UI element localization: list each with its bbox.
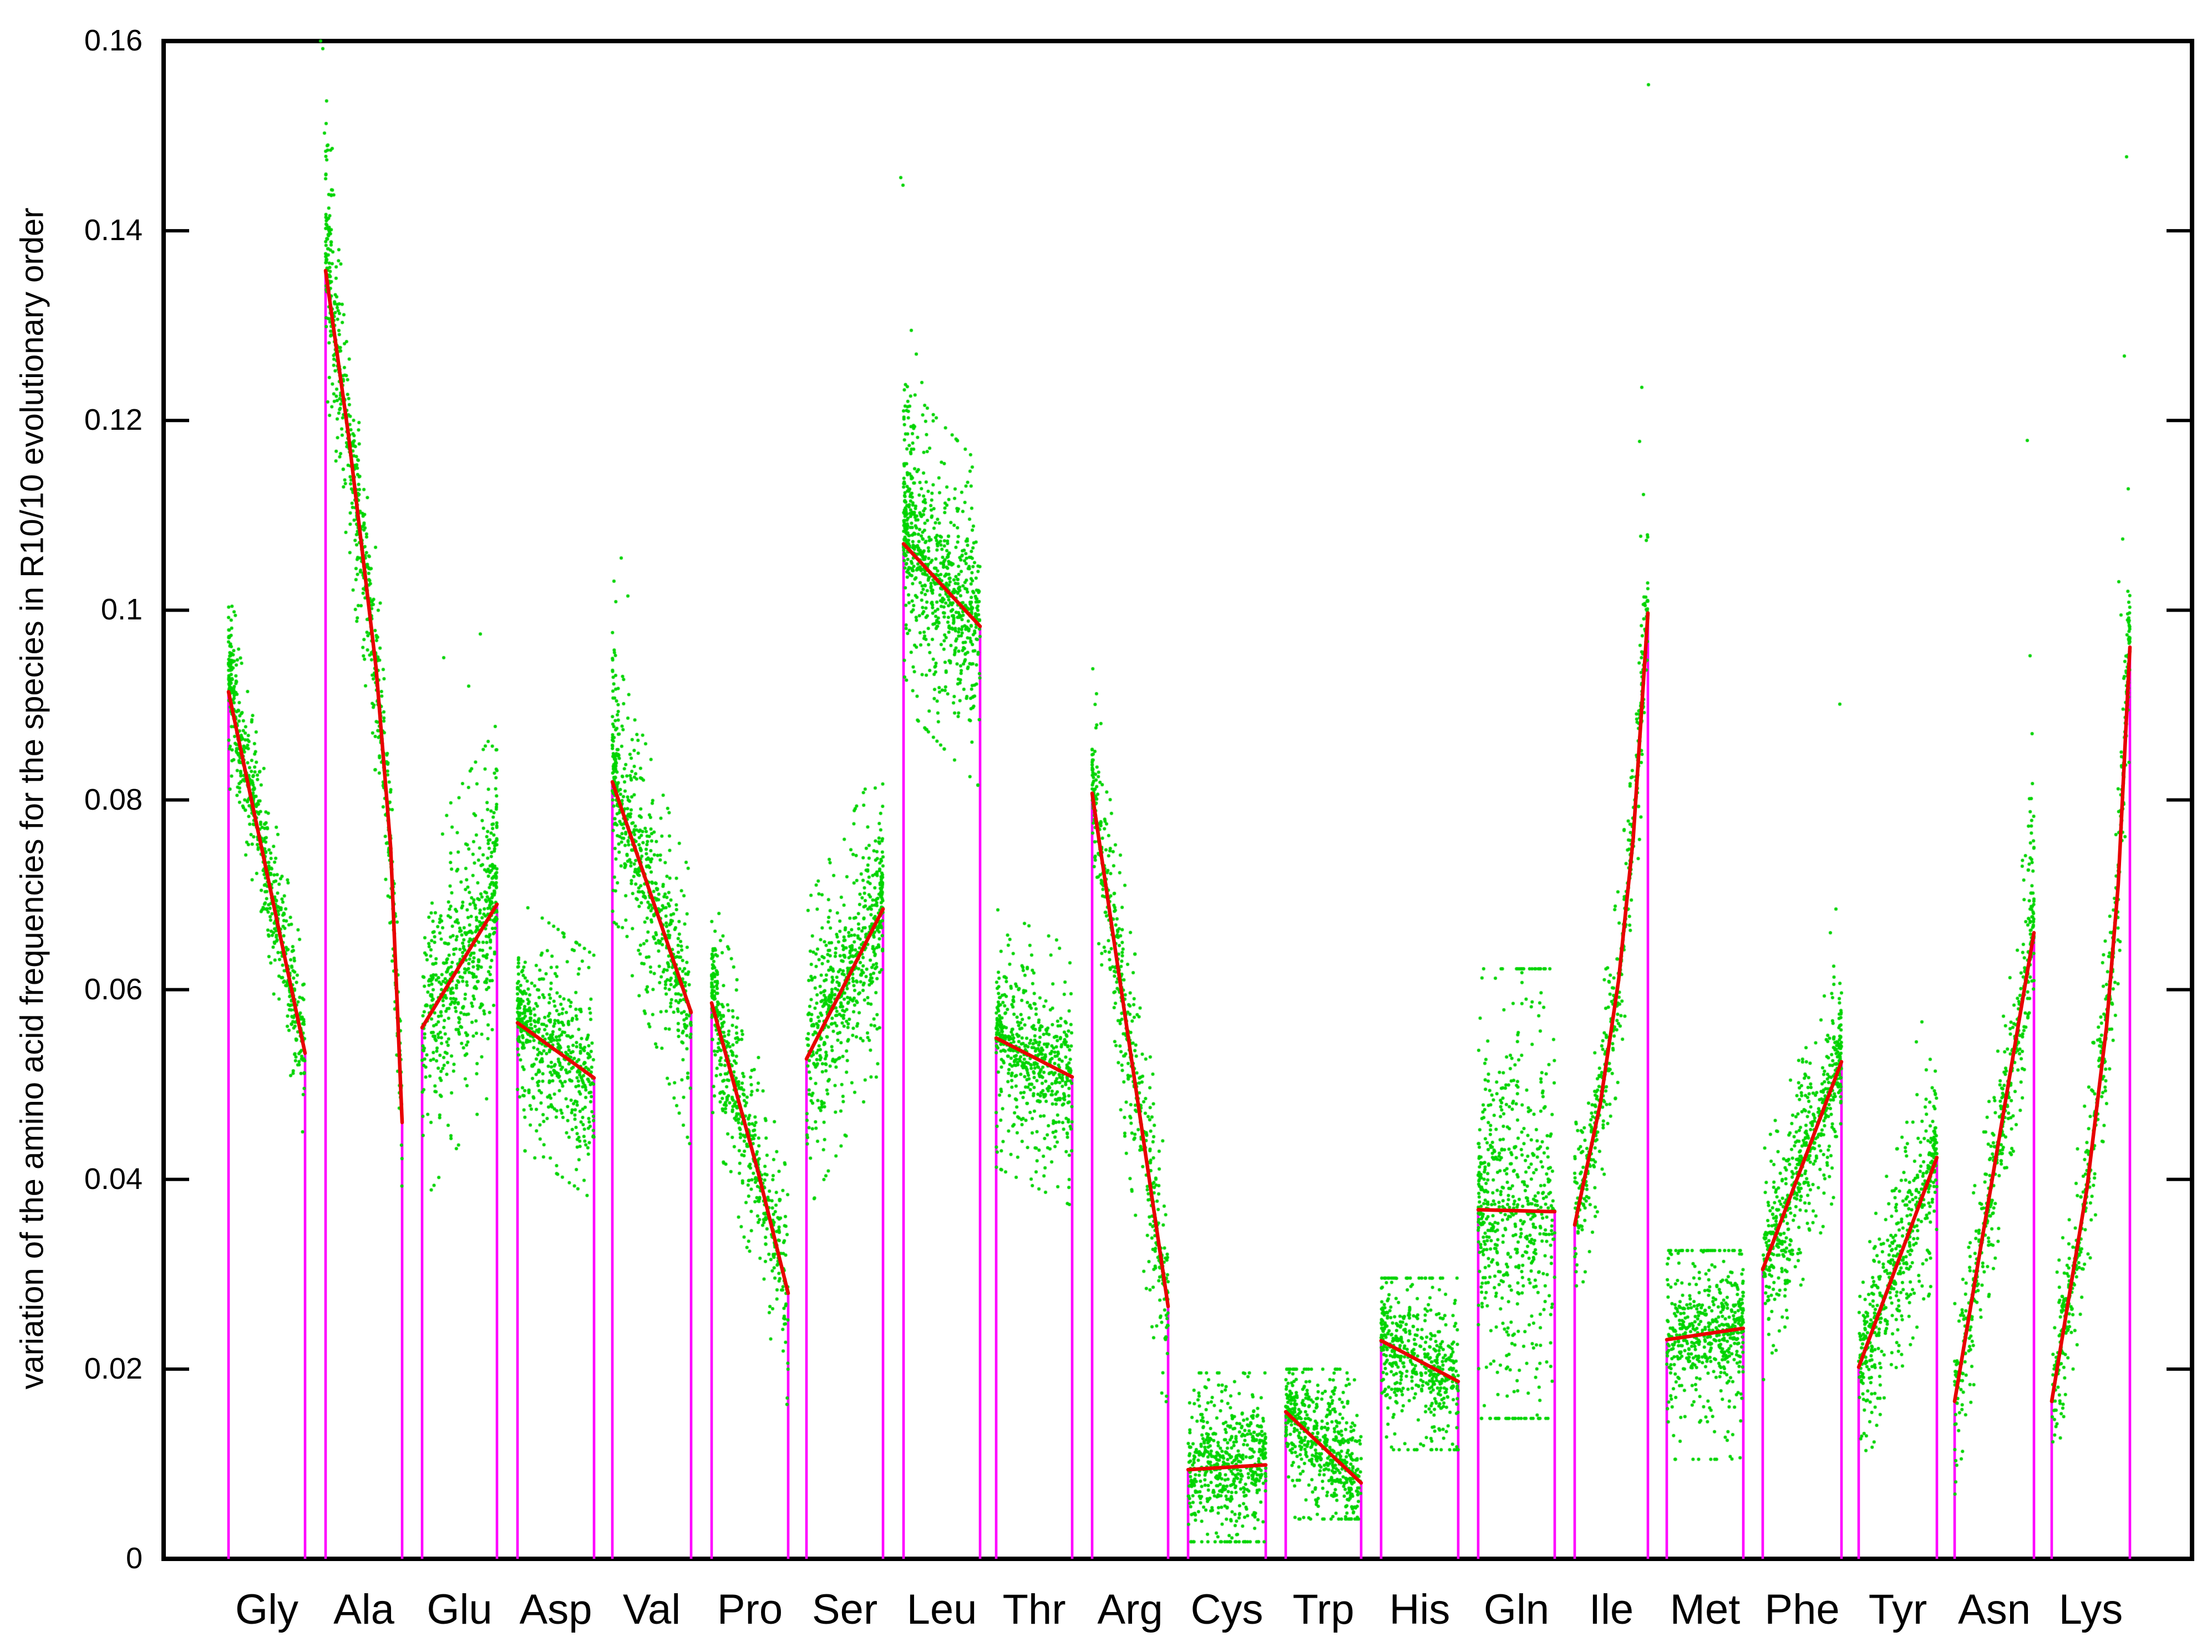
trend-line-Cys (1186, 1463, 1268, 1472)
y-tick-label: 0.1 (100, 593, 143, 627)
trend-line-Leu (901, 542, 982, 628)
trend-line-Tyr (1856, 1156, 1939, 1369)
figure-container: variation of the amino acid frequencies … (0, 0, 2212, 1652)
trend-line-Asp (515, 1021, 596, 1080)
trend-line-Gln (1476, 1208, 1557, 1214)
trend-line-Asn (1952, 931, 2036, 1404)
y-tick-label: 0.06 (84, 972, 143, 1006)
trend-line-Val (610, 780, 693, 1014)
trend-line-His (1379, 1339, 1460, 1384)
trend-line-Ile (1572, 611, 1650, 1227)
trend-line-Ala (323, 268, 404, 1125)
y-tick-label: 0.02 (84, 1351, 143, 1385)
y-tick-label: 0.04 (84, 1162, 143, 1196)
trend-line-Met (1665, 1326, 1746, 1342)
y-tick-label: 0 (125, 1542, 143, 1575)
trend-line-Thr (994, 1036, 1074, 1079)
y-tick-label: 0.14 (84, 214, 143, 247)
trend-line-Ser (804, 907, 885, 1061)
trend-line-Gly (226, 690, 307, 1055)
trend-line-Arg (1090, 791, 1170, 1309)
trend-line-Lys (2049, 645, 2132, 1404)
trend-line-Glu (420, 902, 499, 1030)
trend-line-Pro (709, 1001, 790, 1295)
y-tick-label: 0.08 (84, 782, 143, 816)
y-tick-label: 0.16 (84, 24, 143, 57)
trend-line-Phe (1761, 1060, 1844, 1272)
x-axis-label: Lys (2058, 1586, 2123, 1633)
trend-lines-layer (226, 268, 2132, 1485)
trend-line-Trp (1283, 1410, 1363, 1485)
y-tick-label: 0.12 (84, 403, 143, 437)
